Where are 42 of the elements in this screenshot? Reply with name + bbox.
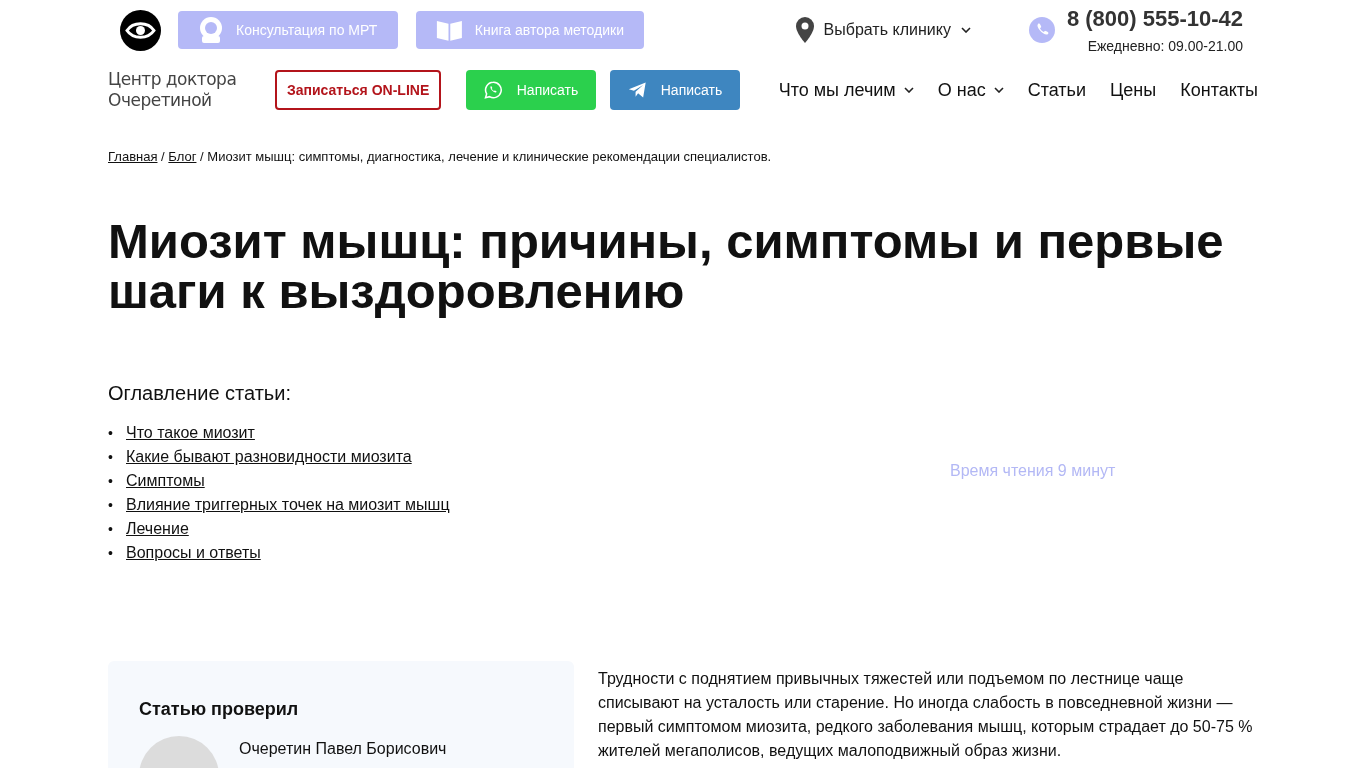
bullet: • [108,448,114,467]
breadcrumb-separator: / [199,149,205,164]
message-button[interactable]: Написать [610,70,741,110]
nav-item[interactable]: Цены [1110,79,1157,101]
breadcrumb-separator: / [160,149,166,164]
nav-item[interactable]: Статьи [1027,79,1087,101]
toc-link[interactable]: Что такое миозит [126,421,255,445]
clinic-select[interactable]: Выбрать клинику [795,17,971,43]
chevron-icon [960,27,971,33]
phone-number[interactable]: 8 (800) 555-10-42 [1066,6,1243,32]
intro-paragraph: Трудности с поднятием привычных тяжестей или подъемом по лестнице чаще списывают на усталость или старение. Но иногда слабость в повседневной жизни — первый симптомом миозита, редкого заболевания мышц, которым страдает до 50-75 % жителей мегаполисов, ведущих малоподвижный образ жизни. [598,669,1254,761]
online-booking-button[interactable]: Записаться ON-LINE [275,70,442,110]
paper-plane-icon [628,80,647,100]
scanner-icon [198,16,224,44]
bullet: • [108,496,114,515]
reviewer-heading: Статью проверил [139,699,300,720]
working-hours: Ежедневно: 09.00-21.00 [1087,38,1243,54]
eye-icon[interactable] [120,9,161,51]
toc-link[interactable]: Какие бывают разновидности миозита [126,445,412,469]
bullet: • [108,424,114,443]
breadcrumb-current: Миозит мышц: симптомы, диагностика, лечение и клинические рекомендации специалистов. [207,149,772,164]
chevron-icon [993,87,1004,93]
reviewer-name: Очеретин Павел Борисович [239,740,447,758]
breadcrumb-link[interactable]: Блог [168,149,197,164]
toc-heading: Оглавление статьи: [108,382,292,405]
reading-time: Время чтения 9 минут [950,462,1116,481]
logo[interactable]: Центр доктора Очеретиной [108,69,275,111]
nav-item[interactable]: Что мы лечим [778,79,914,101]
toc-link[interactable]: Лечение [126,517,189,541]
toc-link[interactable]: Симптомы [126,469,205,493]
phone-icon [1028,17,1055,43]
toc-link[interactable]: Вопросы и ответы [126,541,261,565]
nav-item[interactable]: Контакты [1180,79,1258,101]
bullet: • [108,520,114,539]
nav-item[interactable]: О нас [937,79,1004,101]
bullet: • [108,472,114,491]
chevron-icon [903,87,914,93]
page-title: Миозит мышц: причины, симптомы и первые шаги к выздоровлению [108,216,1225,316]
map-pin-icon [795,17,814,43]
bullet: • [108,544,114,563]
toc-link[interactable]: Влияние триггерных точек на миозит мышц [126,493,450,517]
breadcrumb-link[interactable]: Главная [108,149,158,164]
